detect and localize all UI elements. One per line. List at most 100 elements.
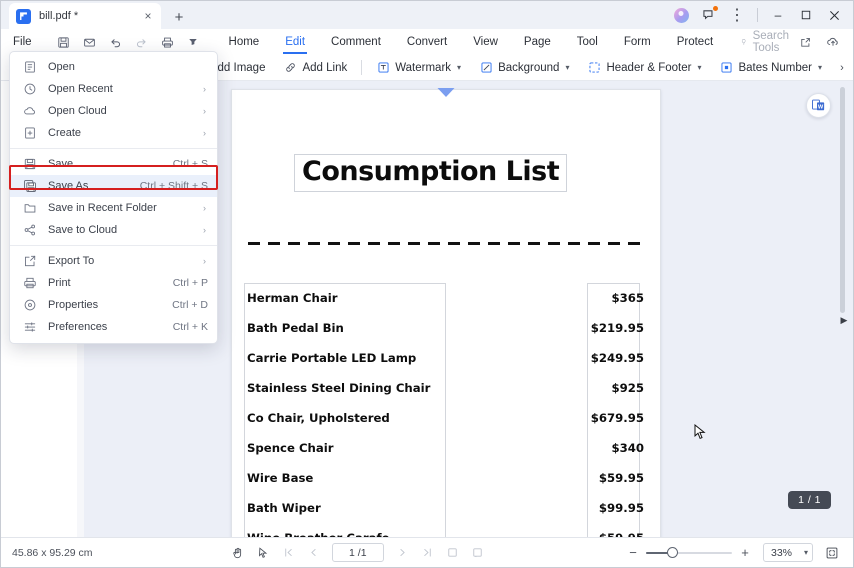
zoom-slider[interactable] [646,543,732,563]
vertical-scrollbar[interactable] [840,87,845,313]
menu-item-open-cloud[interactable]: Open Cloud › [10,100,217,122]
status-bar: 45.86 x 95.29 cm 1 /1 − + 33% ▾ [1,537,853,567]
title-bar-right-controls: ⋮ – [668,1,853,29]
file-menu-button[interactable]: File [1,36,43,48]
tab-view[interactable]: View [460,30,511,55]
page-dimensions-label: 45.86 x 95.29 cm [12,546,93,559]
pdf-page[interactable]: Consumption List Herman Chair $365 Bath … [231,88,661,537]
first-page-icon[interactable] [277,542,300,564]
export-icon [21,253,38,270]
menu-item-label: Open Recent [48,83,113,95]
zoom-level-select[interactable]: 33% ▾ [763,543,813,562]
menu-item-label: Properties [48,299,99,311]
tab-convert[interactable]: Convert [394,30,460,55]
collapse-ribbon-icon[interactable] [848,31,854,53]
share-node-icon [21,222,38,239]
zoom-slider-knob[interactable] [667,546,678,558]
notifications-button[interactable] [696,3,722,27]
menu-divider [10,245,217,246]
menu-item-print[interactable]: Print Ctrl + P [10,272,217,294]
maximize-button[interactable] [793,3,819,27]
toolbar-overflow-button[interactable]: › [831,56,853,80]
cloud-upload-icon[interactable] [821,31,845,53]
menu-item-save[interactable]: Save Ctrl + S [10,153,217,175]
tab-form[interactable]: Form [611,30,664,55]
cloud-icon [21,103,38,120]
title-bar: bill.pdf * × + ⋮ – [1,1,853,29]
menu-item-open-recent[interactable]: Open Recent › [10,78,217,100]
tab-strip: bill.pdf * × + [1,1,191,29]
menu-item-shortcut: Ctrl + K [172,321,208,333]
header-footer-button[interactable]: Header & Footer ▾ [578,56,710,80]
item-name: Bath Wiper [247,501,321,515]
continuous-page-icon[interactable] [466,542,489,564]
chevron-right-icon: › [203,203,206,213]
fit-page-button[interactable] [821,543,843,563]
background-icon [479,61,493,75]
tab-protect[interactable]: Protect [664,30,726,55]
item-name: Stainless Steel Dining Chair [247,381,431,395]
tab-edit[interactable]: Edit [272,30,318,55]
background-button[interactable]: Background ▾ [470,56,578,80]
watermark-button[interactable]: Watermark ▾ [367,56,470,80]
new-tab-button[interactable]: + [167,5,191,29]
print-icon[interactable] [155,31,180,53]
lightbulb-icon [742,39,746,45]
close-window-button[interactable] [821,3,847,27]
next-page-icon[interactable] [391,542,414,564]
add-link-icon [283,61,297,75]
menu-item-shortcut: Ctrl + Shift + S [139,180,208,192]
chevron-down-icon: ▾ [457,63,462,72]
convert-to-word-button[interactable]: W [806,93,831,118]
save-icon[interactable] [51,31,76,53]
tab-tool[interactable]: Tool [564,30,611,55]
sub-label: Watermark [395,61,452,74]
undo-icon[interactable] [103,31,128,53]
document-title-textbox[interactable]: Consumption List [294,154,568,193]
tab-home[interactable]: Home [216,30,273,55]
create-icon [21,125,38,142]
user-account-button[interactable] [668,3,694,27]
table-row: Co Chair, Upholstered $679.95 [244,403,648,433]
menu-item-preferences[interactable]: Preferences Ctrl + K [10,316,217,338]
menu-item-save-in-recent-folder[interactable]: Save in Recent Folder › [10,197,217,219]
menu-item-open[interactable]: Open [10,56,217,78]
save-as-icon [21,178,38,195]
email-icon[interactable] [77,31,102,53]
item-name: Carrie Portable LED Lamp [247,351,417,365]
prev-page-icon[interactable] [302,542,325,564]
bates-number-button[interactable]: Bates Number ▾ [710,56,831,80]
share-icon[interactable] [794,31,818,53]
more-options-button[interactable]: ⋮ [724,3,750,27]
hand-tool-icon[interactable] [227,542,250,564]
menu-item-save-as[interactable]: Save As Ctrl + Shift + S [10,175,217,197]
menubar-right-actions [794,31,854,53]
single-page-icon[interactable] [441,542,464,564]
item-name: Bath Pedal Bin [247,321,344,335]
minimize-button[interactable]: – [765,3,791,27]
redo-icon[interactable] [129,31,154,53]
last-page-icon[interactable] [416,542,439,564]
menu-item-create[interactable]: Create › [10,122,217,144]
tab-page[interactable]: Page [511,30,564,55]
tab-comment[interactable]: Comment [318,30,394,55]
expand-right-panel-icon[interactable]: ▶ [838,309,850,331]
zoom-in-button[interactable]: + [735,543,755,563]
item-price: $925 [611,381,644,395]
quick-access-dropdown-icon[interactable] [181,31,206,53]
menu-item-save-to-cloud[interactable]: Save to Cloud › [10,219,217,241]
menu-item-export-to[interactable]: Export To › [10,250,217,272]
page-number-input[interactable]: 1 /1 [331,543,384,562]
menu-item-properties[interactable]: Properties Ctrl + D [10,294,217,316]
item-price: $219.95 [590,321,644,335]
table-row: Herman Chair $365 [244,283,648,313]
zoom-out-button[interactable]: − [623,543,643,563]
document-tab[interactable]: bill.pdf * × [9,3,161,29]
tab-close-icon[interactable]: × [141,9,155,23]
select-tool-icon[interactable] [252,542,275,564]
search-tools-input[interactable]: Search Tools [740,30,793,54]
sub-label: Header & Footer [606,61,692,74]
item-name: Wire Base [247,471,314,485]
menu-item-label: Preferences [48,321,108,333]
add-link-button[interactable]: Add Link [274,56,356,80]
